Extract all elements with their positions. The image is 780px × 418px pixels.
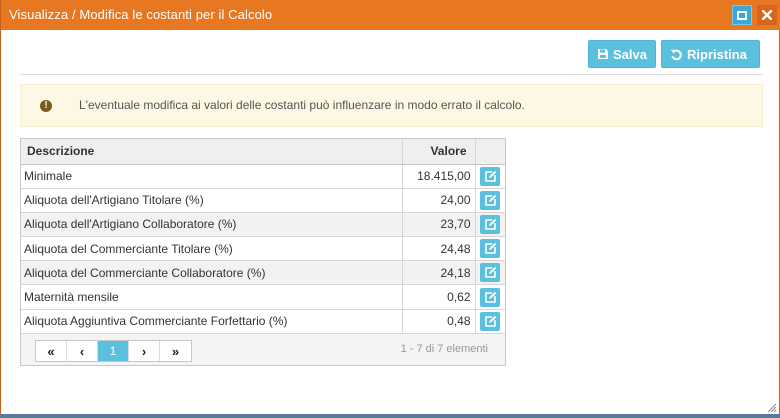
floppy-disk-icon xyxy=(598,49,608,59)
edit-button[interactable] xyxy=(480,166,501,186)
edit-icon xyxy=(484,218,497,230)
cell-valore: 18.415,00 xyxy=(402,164,476,189)
title-bar: Visualizza / Modifica le costanti per il… xyxy=(1,0,780,30)
edit-icon xyxy=(484,267,497,279)
pager: « ‹ 1 › » 1 - 7 di 7 elementi xyxy=(21,333,505,365)
toolbar: Salva Ripristina xyxy=(588,40,760,68)
cell-descrizione: Aliquota Aggiuntiva Commerciante Forfett… xyxy=(21,309,403,334)
edit-icon xyxy=(484,170,497,182)
edit-icon xyxy=(484,194,497,206)
cell-descrizione: Aliquota del Commerciante Titolare (%) xyxy=(21,236,403,262)
constants-table: Descrizione Valore Minimale 18.415,00 Aliq… xyxy=(21,139,505,334)
cell-descrizione: Aliquota dell'Artigiano Titolare (%) xyxy=(21,188,403,213)
table-row[interactable]: Aliquota dell'Artigiano Titolare (%) 24,0… xyxy=(21,188,505,213)
divider xyxy=(20,74,763,75)
table-row[interactable]: Aliquota dell'Artigiano Collaboratore (%… xyxy=(21,212,505,238)
cell-actions xyxy=(475,260,505,286)
cell-descrizione: Minimale xyxy=(21,164,403,189)
cell-valore: 0,62 xyxy=(402,284,476,310)
edit-button[interactable] xyxy=(480,190,501,210)
table-row[interactable]: Minimale 18.415,00 xyxy=(21,164,505,189)
table-row[interactable]: Maternità mensile 0,62 xyxy=(21,284,505,310)
maximize-button[interactable] xyxy=(732,5,752,25)
next-page-button[interactable]: › xyxy=(129,341,160,361)
cell-valore: 24,18 xyxy=(402,260,476,286)
cell-actions xyxy=(475,236,505,262)
warning-alert: ! L'eventuale modifica ai valori delle c… xyxy=(20,84,763,127)
dialog-window: Visualizza / Modifica le costanti per il… xyxy=(0,0,780,418)
cell-descrizione: Maternità mensile xyxy=(21,284,403,310)
cell-descrizione: Aliquota del Commerciante Collaboratore … xyxy=(21,260,403,286)
alert-message: L'eventuale modifica ai valori delle cos… xyxy=(79,98,525,112)
current-page-button[interactable]: 1 xyxy=(98,341,129,361)
close-button[interactable] xyxy=(757,5,777,25)
constants-grid: Descrizione Valore Minimale 18.415,00 Aliq… xyxy=(20,138,506,366)
cell-actions xyxy=(475,284,505,310)
cell-valore: 23,70 xyxy=(402,212,476,238)
cell-descrizione: Aliquota dell'Artigiano Collaboratore (%… xyxy=(21,212,403,238)
exclamation-icon: ! xyxy=(40,100,52,112)
last-page-button[interactable]: » xyxy=(160,341,191,361)
save-button-label: Salva xyxy=(613,46,647,62)
table-row[interactable]: Aliquota del Commerciante Titolare (%) 24… xyxy=(21,236,505,262)
edit-icon xyxy=(484,315,497,327)
reset-button[interactable]: Ripristina xyxy=(661,40,760,68)
edit-icon xyxy=(484,242,497,254)
cell-actions xyxy=(475,164,505,189)
save-button[interactable]: Salva xyxy=(588,40,656,68)
maximize-icon xyxy=(737,10,747,20)
cell-actions xyxy=(475,309,505,334)
cell-actions xyxy=(475,212,505,238)
edit-button[interactable] xyxy=(480,214,501,234)
previous-page-button[interactable]: ‹ xyxy=(67,341,98,361)
cell-actions xyxy=(475,188,505,213)
edit-icon xyxy=(484,291,497,303)
cell-valore: 24,48 xyxy=(402,236,476,262)
cell-valore: 24,00 xyxy=(402,188,476,213)
pager-info: 1 - 7 di 7 elementi xyxy=(400,343,488,355)
column-header-actions xyxy=(475,139,505,165)
edit-button[interactable] xyxy=(480,263,501,283)
cell-valore: 0,48 xyxy=(402,309,476,334)
window-title: Visualizza / Modifica le costanti per il… xyxy=(9,7,273,22)
edit-button[interactable] xyxy=(480,287,501,307)
close-icon xyxy=(762,10,772,20)
first-page-button[interactable]: « xyxy=(36,341,67,361)
column-header-valore[interactable]: Valore xyxy=(402,139,476,165)
edit-button[interactable] xyxy=(480,311,501,331)
undo-icon xyxy=(670,49,682,60)
pager-buttons: « ‹ 1 › » xyxy=(35,340,192,362)
resize-grip-icon[interactable] xyxy=(766,402,777,413)
edit-button[interactable] xyxy=(480,239,501,259)
table-header-row: Descrizione Valore xyxy=(21,139,505,165)
table-row[interactable]: Aliquota del Commerciante Collaboratore … xyxy=(21,260,505,286)
table-row[interactable]: Aliquota Aggiuntiva Commerciante Forfett… xyxy=(21,309,505,334)
reset-button-label: Ripristina xyxy=(687,46,747,62)
window-bottom-border xyxy=(0,414,780,418)
column-header-descrizione[interactable]: Descrizione xyxy=(21,139,403,165)
